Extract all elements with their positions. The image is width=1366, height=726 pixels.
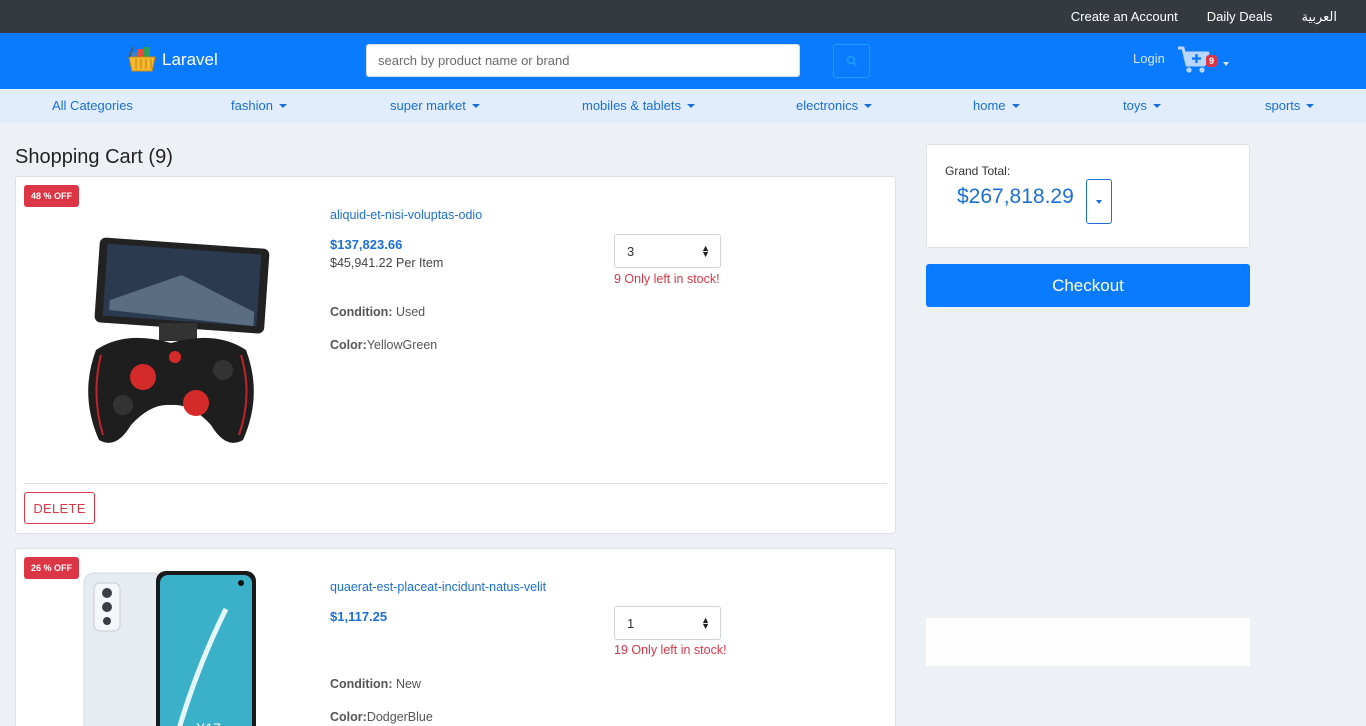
color-label: Color: — [330, 710, 367, 724]
category-bar: All Categories fashion super market mobi… — [0, 89, 1366, 123]
basket-icon — [128, 46, 156, 72]
category-super-market[interactable]: super market — [390, 98, 480, 113]
quantity-value: 1 — [627, 615, 635, 631]
cart-item: X17 26 % OFF quaerat-est-placeat-incidun… — [15, 548, 896, 726]
item-total-price: $137,823.66 — [330, 237, 403, 252]
daily-deals-link[interactable]: Daily Deals — [1207, 9, 1273, 24]
create-account-link[interactable]: Create an Account — [1071, 9, 1178, 24]
total-breakdown-toggle[interactable] — [1086, 179, 1112, 224]
quantity-select[interactable]: 1 ▲ ▼ — [614, 606, 721, 640]
grand-total-value: $267,818.29 — [957, 185, 1074, 208]
category-electronics[interactable]: electronics — [796, 98, 873, 113]
category-label: toys — [1123, 98, 1147, 113]
checkout-button[interactable]: Checkout — [926, 264, 1250, 307]
item-total-price: $1,117.25 — [330, 609, 388, 624]
caret-down-icon — [278, 103, 287, 108]
faded-panel — [926, 618, 1250, 666]
category-mobiles-tablets[interactable]: mobiles & tablets — [582, 98, 695, 113]
caret-down-icon — [1011, 103, 1020, 108]
product-name-link[interactable]: quaerat-est-placeat-incidunt-natus-velit — [330, 580, 546, 594]
product-image-phone[interactable]: X17 — [76, 569, 276, 726]
condition-value: New — [392, 677, 421, 691]
per-item-price: $45,941.22 Per Item — [330, 256, 444, 270]
brand-name: Laravel — [162, 50, 218, 69]
product-name-link[interactable]: aliquid-et-nisi-voluptas-odio — [330, 208, 482, 222]
caret-down-icon — [1096, 199, 1102, 204]
condition-value: Used — [392, 305, 426, 319]
quantity-select[interactable]: 3 ▲ ▼ — [614, 234, 721, 268]
item-color: Color:YellowGreen — [330, 338, 437, 352]
category-label: sports — [1265, 98, 1301, 113]
cart-count-badge: 9 — [1206, 55, 1218, 67]
search-input[interactable] — [366, 44, 800, 77]
page-title: Shopping Cart (9) — [15, 146, 173, 168]
category-fashion[interactable]: fashion — [231, 98, 287, 113]
language-link[interactable]: العربية — [1301, 9, 1337, 25]
category-home[interactable]: home — [973, 98, 1020, 113]
caret-down-icon — [471, 103, 480, 108]
item-condition: Condition: Used — [330, 305, 425, 319]
category-all[interactable]: All Categories — [52, 98, 133, 113]
grand-total-label: Grand Total: — [945, 164, 1011, 178]
discount-badge: 26 % OFF — [24, 557, 80, 579]
category-label: home — [973, 98, 1006, 113]
svg-text:X17: X17 — [196, 720, 221, 726]
cart-item: 48 % OFF aliquid-et-nisi-voluptas-odio $… — [15, 176, 896, 534]
color-value: DodgerBlue — [366, 710, 433, 724]
condition-label: Condition: — [330, 677, 393, 691]
category-label: fashion — [231, 98, 273, 113]
search-button[interactable] — [833, 44, 870, 78]
grand-total-box: Grand Total: $267,818.29 — [926, 144, 1250, 248]
search-icon — [846, 55, 857, 67]
category-sports[interactable]: sports — [1265, 98, 1315, 113]
condition-label: Condition: — [330, 305, 393, 319]
caret-down-icon — [864, 103, 873, 108]
stock-warning: 19 Only left in stock! — [614, 643, 727, 657]
quantity-value: 3 — [627, 243, 635, 259]
color-label: Color: — [330, 338, 367, 352]
cart-dropdown-caret-icon[interactable] — [1223, 62, 1229, 66]
color-value: YellowGreen — [366, 338, 438, 352]
category-toys[interactable]: toys — [1123, 98, 1161, 113]
discount-badge: 48 % OFF — [24, 185, 80, 207]
item-color: Color:DodgerBlue — [330, 710, 433, 724]
brand-logo[interactable]: Laravel — [128, 45, 218, 75]
item-divider — [24, 483, 887, 484]
caret-down-icon — [1306, 103, 1315, 108]
caret-down-icon — [687, 103, 695, 108]
select-arrows-icon: ▲ ▼ — [701, 615, 710, 631]
login-link[interactable]: Login — [1133, 51, 1165, 66]
category-label: super market — [390, 98, 466, 113]
category-label: mobiles & tablets — [582, 98, 681, 113]
caret-down-icon — [1152, 103, 1161, 108]
category-label: All Categories — [52, 98, 133, 113]
top-bar: Create an Account Daily Deals العربية — [0, 0, 1366, 33]
delete-button[interactable]: DELETE — [24, 492, 95, 524]
stock-warning: 9 Only left in stock! — [614, 272, 720, 286]
item-condition: Condition: New — [330, 677, 421, 691]
category-label: electronics — [796, 98, 859, 113]
main-header: Laravel Login 9 — [0, 33, 1366, 89]
product-image-gamepad[interactable] — [71, 235, 271, 455]
select-arrows-icon: ▲ ▼ — [701, 243, 710, 259]
